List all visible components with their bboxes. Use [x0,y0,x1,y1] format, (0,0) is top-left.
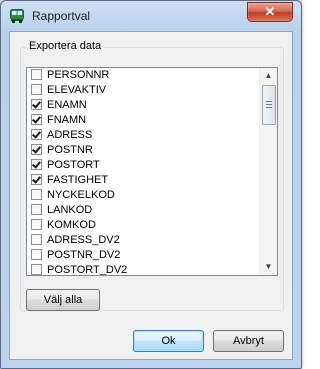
bus-icon [9,8,25,24]
window-title: Rapportval [32,9,91,23]
field-label: ADRESS [47,129,93,141]
close-icon: ✕ [264,4,276,19]
field-label: POSTNR [47,144,93,156]
checkbox[interactable] [31,189,42,200]
dialog-client-area: Exportera data PERSONNR ELEVAKTIV ENAMN FNA… [9,31,293,360]
thumb-grip [266,101,272,102]
field-label: POSTORT_DV2 [47,264,128,276]
thumb-grip [266,104,272,105]
title-bar[interactable]: Rapportval ✕ [1,1,301,31]
checkbox[interactable] [31,219,42,230]
ok-button[interactable]: Ok [133,330,204,352]
list-item[interactable]: FASTIGHET [27,173,260,188]
scroll-down-icon[interactable]: ▼ [260,259,277,275]
scrollbar-thumb[interactable] [262,85,276,125]
checkbox[interactable] [31,144,42,155]
vertical-scrollbar[interactable]: ▲ ▼ [259,68,277,275]
group-legend: Exportera data [27,40,104,52]
checkbox[interactable] [31,99,42,110]
checkbox[interactable] [31,249,42,260]
field-label: ADRESS_DV2 [47,234,120,246]
field-label: FASTIGHET [47,174,109,186]
field-label: POSTORT [47,159,100,171]
checkbox[interactable] [31,129,42,140]
list-item[interactable]: ENAMN [27,98,260,113]
list-item[interactable]: POSTORT_DV2 [27,263,260,276]
list-item[interactable]: FNAMN [27,113,260,128]
list-item[interactable]: POSTORT [27,158,260,173]
dialog-window: Rapportval ✕ Exportera data PERSONNR ELEV… [0,0,302,369]
field-label: POSTNR_DV2 [47,249,121,261]
checkbox[interactable] [31,234,42,245]
checkbox[interactable] [31,204,42,215]
cancel-button[interactable]: Avbryt [213,330,284,352]
list-item[interactable]: ADRESS [27,128,260,143]
list-item[interactable]: POSTNR [27,143,260,158]
checkbox[interactable] [31,264,42,275]
scroll-up-icon[interactable]: ▲ [260,68,277,84]
list-item[interactable]: ADRESS_DV2 [27,233,260,248]
field-label: FNAMN [47,114,87,126]
thumb-grip [266,107,272,108]
select-all-button[interactable]: Välj alla [26,289,100,311]
field-label: KOMKOD [47,219,96,231]
field-label: ELEVAKTIV [47,84,107,96]
list-item[interactable]: ELEVAKTIV [27,83,260,98]
close-button[interactable]: ✕ [247,2,293,22]
checkbox[interactable] [31,114,42,125]
list-item[interactable]: LANKOD [27,203,260,218]
list-item[interactable]: KOMKOD [27,218,260,233]
checkbox[interactable] [31,84,42,95]
field-checklist[interactable]: PERSONNR ELEVAKTIV ENAMN FNAMN ADRESS POSTNR P… [26,67,278,276]
field-list: PERSONNR ELEVAKTIV ENAMN FNAMN ADRESS POSTNR P… [27,68,260,276]
checkbox[interactable] [31,159,42,170]
checkbox[interactable] [31,69,42,80]
list-item[interactable]: POSTNR_DV2 [27,248,260,263]
field-label: LANKOD [47,204,93,216]
list-item[interactable]: PERSONNR [27,68,260,83]
list-item[interactable]: NYCKELKOD [27,188,260,203]
field-label: PERSONNR [47,69,110,81]
field-label: ENAMN [47,99,87,111]
field-label: NYCKELKOD [47,189,115,201]
checkbox[interactable] [31,174,42,185]
